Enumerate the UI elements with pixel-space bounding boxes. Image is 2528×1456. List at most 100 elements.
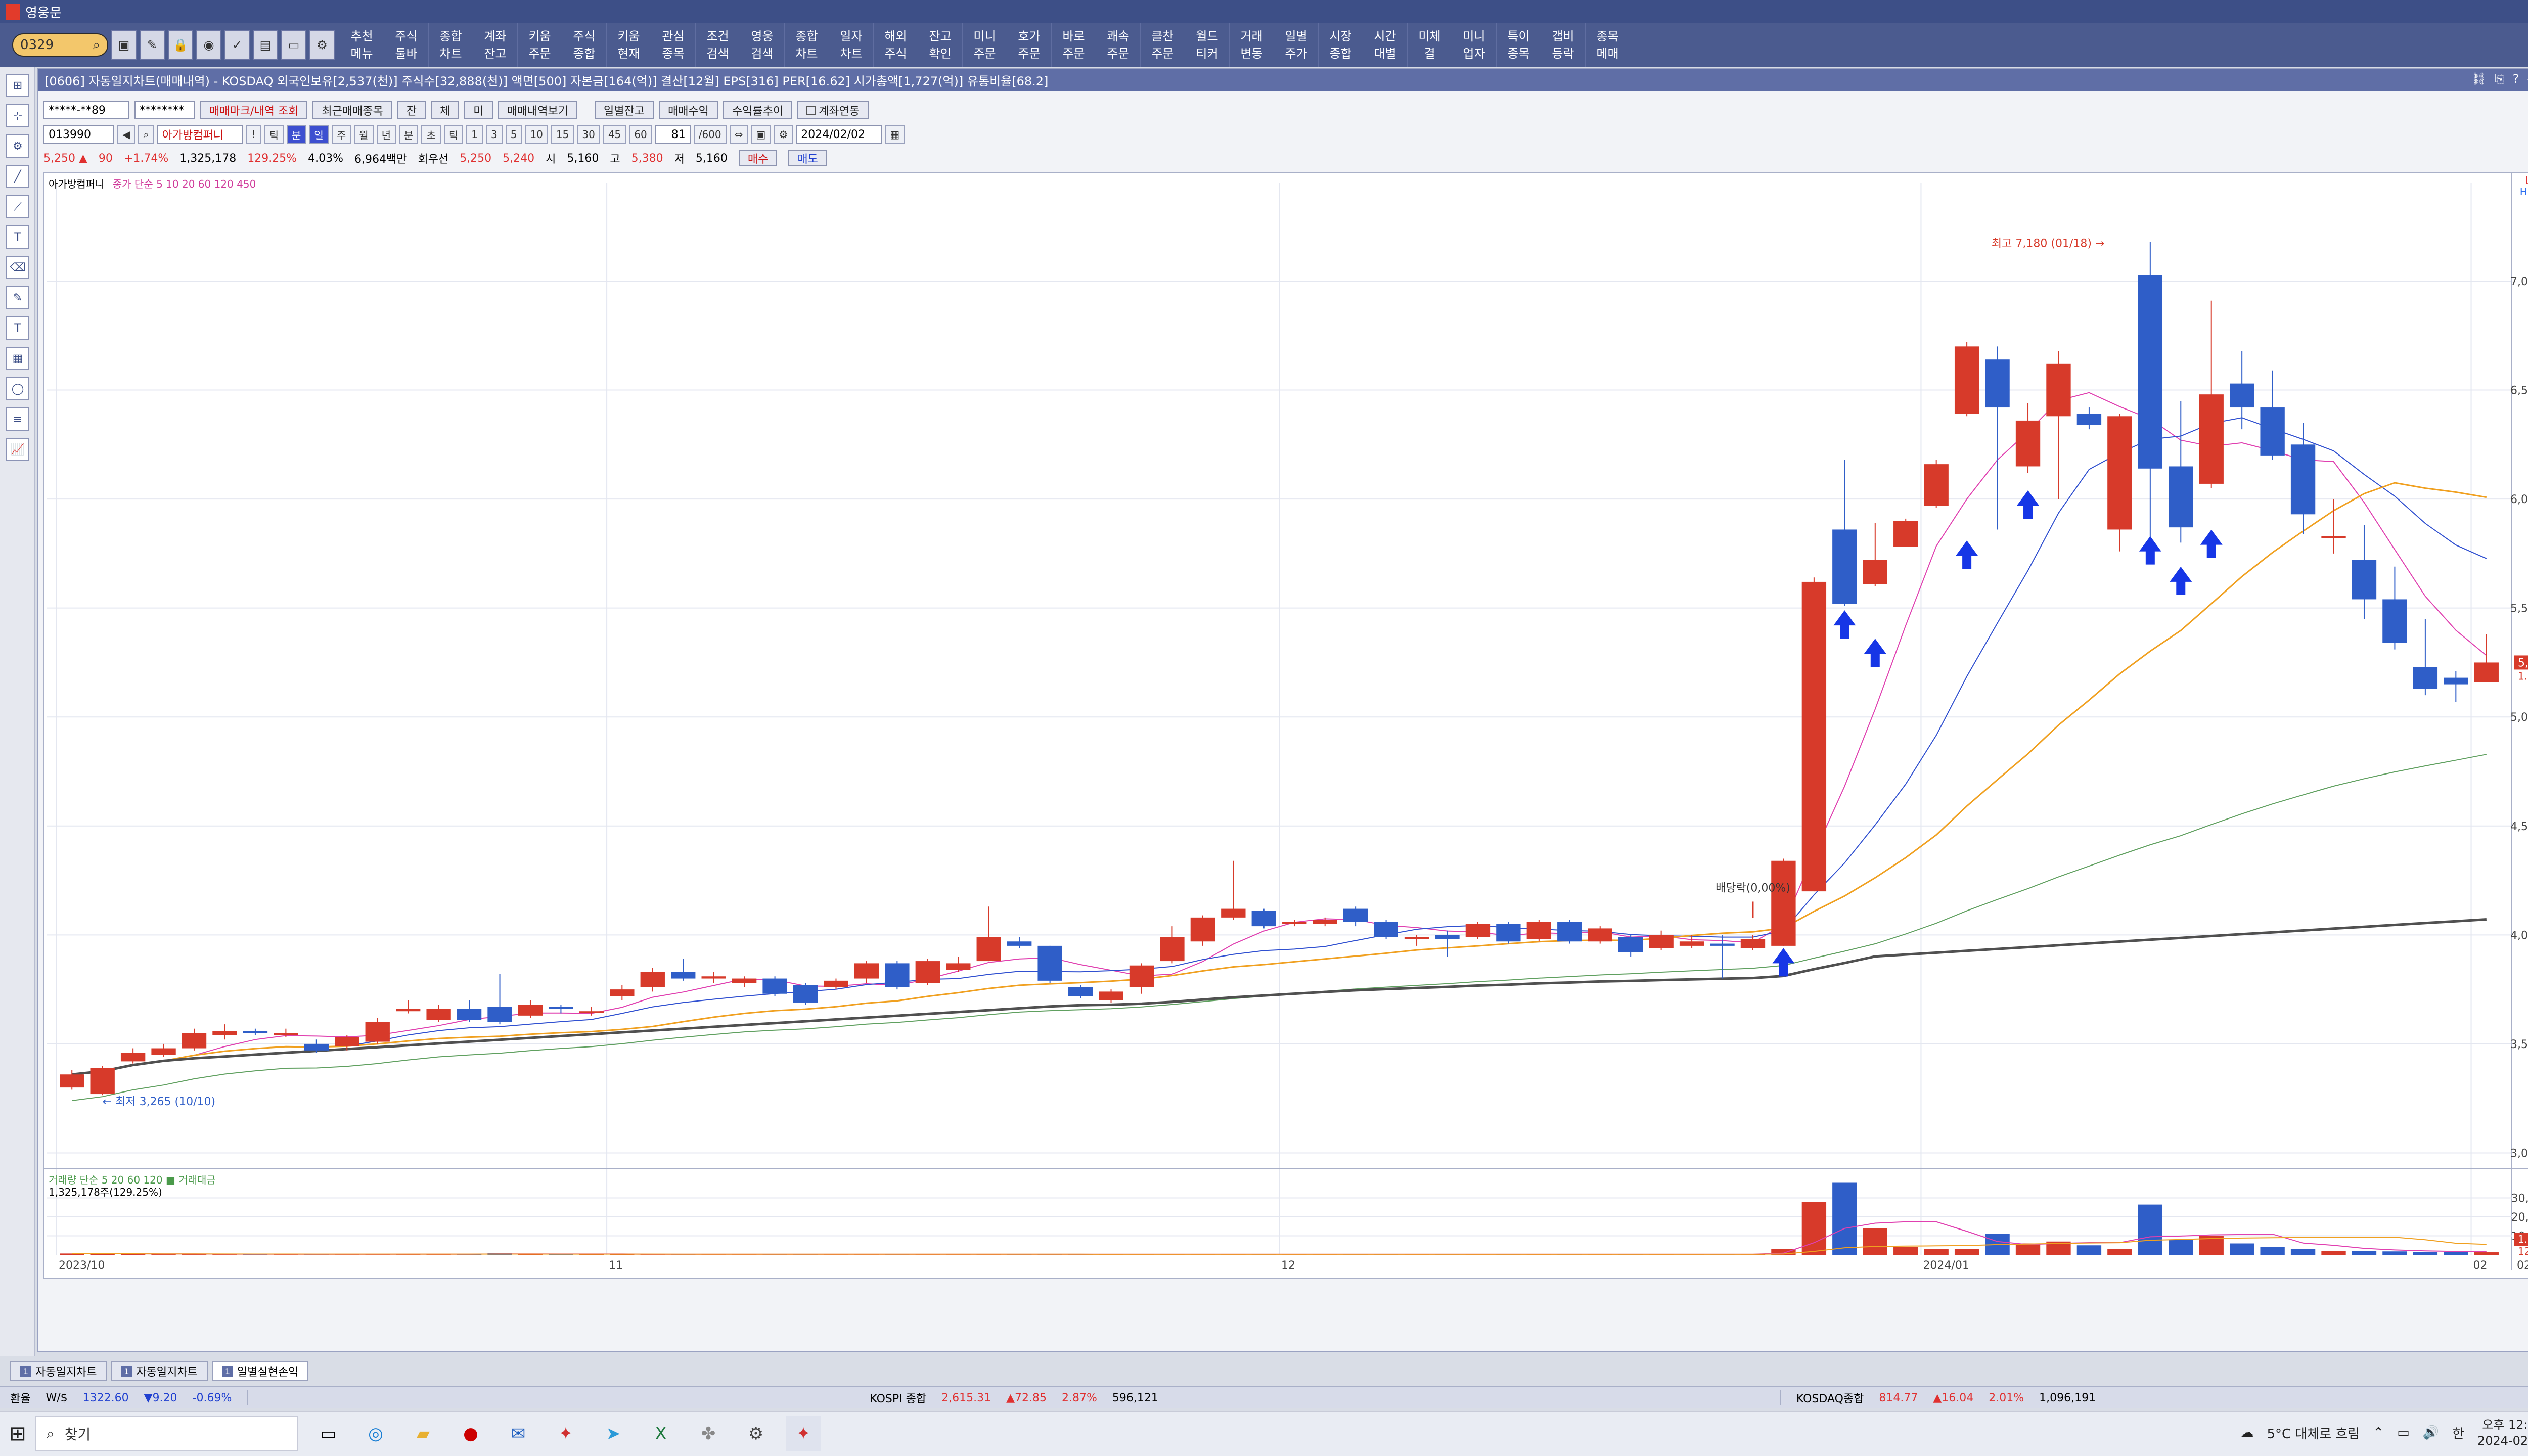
screen-code-input[interactable]: 0329 ⌕ xyxy=(12,33,108,57)
daily-balance-button[interactable]: 일별잔고 xyxy=(594,101,654,119)
tab-auto-chart-2[interactable]: 1 자동일지차트 xyxy=(111,1361,208,1381)
link-icon[interactable]: ⛓ xyxy=(2471,72,2487,86)
label-tool-icon[interactable]: T xyxy=(6,316,29,340)
trade-mark-query-button[interactable]: 매매마크/내역 조회 xyxy=(200,101,308,119)
app-icon[interactable]: ✤ xyxy=(691,1416,726,1451)
search-stock-icon[interactable]: ⌕ xyxy=(138,125,154,144)
record-icon[interactable]: ● xyxy=(453,1416,488,1451)
return-trend-button[interactable]: 수익률추이 xyxy=(723,101,793,119)
copy-icon[interactable]: ⎘ xyxy=(2495,72,2504,86)
toolbar-icon-4[interactable]: ◉ xyxy=(196,30,221,60)
period-day[interactable]: 일 xyxy=(309,125,329,144)
period-tick[interactable]: 틱 xyxy=(264,125,284,144)
trend-tool-icon[interactable]: ⟋ xyxy=(6,195,29,218)
line-tool-icon[interactable]: ╱ xyxy=(6,165,29,188)
excel-icon[interactable]: X xyxy=(643,1416,679,1451)
interval-3[interactable]: 3 xyxy=(485,125,503,144)
select-tool-icon[interactable]: ⊞ xyxy=(6,74,29,97)
menu-item-3[interactable]: 계좌 잔고 xyxy=(473,23,518,67)
account-link-checkbox[interactable]: 계좌연동 xyxy=(797,101,869,119)
menu-item-28[interactable]: 종목 메매 xyxy=(1586,23,1630,67)
windows-start-icon[interactable]: ⊞ xyxy=(0,1411,35,1456)
tab-auto-chart-1[interactable]: 1 자동일지차트 xyxy=(10,1361,107,1381)
password-field[interactable]: ******** xyxy=(134,101,195,119)
period-tick2[interactable]: 틱 xyxy=(443,125,464,144)
settings-icon[interactable]: ⚙ xyxy=(774,125,793,144)
interval-10[interactable]: 10 xyxy=(525,125,548,144)
volume-icon[interactable]: 🔊 xyxy=(2423,1425,2439,1440)
period-minute-selected[interactable]: 분 xyxy=(287,125,306,144)
calendar-icon[interactable]: ▦ xyxy=(885,125,905,144)
network-icon[interactable]: ▭ xyxy=(2397,1425,2410,1440)
menu-item-4[interactable]: 키움 주문 xyxy=(518,23,562,67)
recent-trades-button[interactable]: 최근매매종목 xyxy=(312,101,392,119)
toolbar-icon-5[interactable]: ✓ xyxy=(224,30,250,60)
menu-item-7[interactable]: 관심 종목 xyxy=(651,23,696,67)
menu-item-17[interactable]: 쾌속 주문 xyxy=(1096,23,1141,67)
interval-5[interactable]: 5 xyxy=(505,125,522,144)
settings-app-icon[interactable]: ⚙ xyxy=(738,1416,774,1451)
date-input[interactable]: 2024/02/02 xyxy=(796,125,882,144)
menu-item-15[interactable]: 호가 주문 xyxy=(1007,23,1052,67)
text-tool-icon[interactable]: T xyxy=(6,225,29,249)
menu-item-18[interactable]: 클찬 주문 xyxy=(1141,23,1185,67)
balance-button[interactable]: 잔 xyxy=(397,101,426,119)
menu-item-23[interactable]: 시간 대별 xyxy=(1363,23,1408,67)
menu-item-5[interactable]: 주식 종합 xyxy=(562,23,607,67)
mail-icon[interactable]: ✉ xyxy=(501,1416,536,1451)
search-icon[interactable]: ⌕ xyxy=(93,37,100,53)
menu-item-22[interactable]: 시장 종합 xyxy=(1319,23,1363,67)
period-min[interactable]: 분 xyxy=(399,125,419,144)
kiwoom-active-icon[interactable]: ✦ xyxy=(786,1416,821,1451)
menu-item-21[interactable]: 일별 주가 xyxy=(1274,23,1319,67)
menu-item-1[interactable]: 주식 툴바 xyxy=(384,23,429,67)
menu-item-14[interactable]: 미니 주문 xyxy=(963,23,1007,67)
sell-button[interactable]: 매도 xyxy=(788,150,827,166)
interval-15[interactable]: 15 xyxy=(551,125,574,144)
menu-item-0[interactable]: 추천 메뉴 xyxy=(340,23,384,67)
buy-button[interactable]: 매수 xyxy=(738,150,778,166)
circle-tool-icon[interactable]: ◯ xyxy=(6,377,29,400)
interval-60[interactable]: 60 xyxy=(629,125,652,144)
scale-icon[interactable]: ⇔ xyxy=(729,125,748,144)
menu-item-2[interactable]: 종합 차트 xyxy=(429,23,473,67)
period-month[interactable]: 월 xyxy=(354,125,374,144)
toolbar-icon-6[interactable]: ▤ xyxy=(253,30,278,60)
account-select[interactable]: *****-**89 xyxy=(43,101,129,119)
filled-button[interactable]: 체 xyxy=(431,101,460,119)
menu-item-27[interactable]: 갭비 등락 xyxy=(1541,23,1586,67)
telegram-icon[interactable]: ➤ xyxy=(596,1416,631,1451)
trade-history-button[interactable]: 매매내역보기 xyxy=(498,101,577,119)
period-sec[interactable]: 초 xyxy=(421,125,441,144)
menu-item-13[interactable]: 잔고 확인 xyxy=(918,23,963,67)
menu-item-20[interactable]: 거래 변동 xyxy=(1230,23,1274,67)
weather-icon[interactable]: ☁ xyxy=(2240,1425,2253,1440)
ime-label[interactable]: 한 xyxy=(2452,1424,2464,1442)
speaker-icon[interactable]: ◀ xyxy=(117,125,136,144)
edge-icon[interactable]: ◎ xyxy=(358,1416,393,1451)
taskbar-search[interactable]: ⌕ 찾기 xyxy=(35,1416,298,1451)
menu-item-26[interactable]: 특이 종목 xyxy=(1497,23,1541,67)
gear-icon[interactable]: ⚙ xyxy=(309,30,335,60)
box-tool-icon[interactable]: ▦ xyxy=(6,347,29,370)
menu-item-10[interactable]: 종합 차트 xyxy=(785,23,829,67)
interval-45[interactable]: 45 xyxy=(603,125,626,144)
candlestick-chart[interactable]: 7,000 6,500 6,000 5,500 5,000 4,500 4,000 3,500… xyxy=(44,173,2528,1278)
chart-tool-icon[interactable]: 📈 xyxy=(6,438,29,461)
period-week[interactable]: 주 xyxy=(331,125,351,144)
task-view-icon[interactable]: ▭ xyxy=(310,1416,346,1451)
folder-icon[interactable]: ▰ xyxy=(405,1416,441,1451)
save-icon[interactable]: ▣ xyxy=(751,125,771,144)
bar-count-input[interactable]: 81 xyxy=(655,125,691,144)
toolbar-icon-1[interactable]: ▣ xyxy=(111,30,137,60)
chart-area[interactable]: 7,000 6,500 6,000 5,500 5,000 4,500 4,000 3,500… xyxy=(43,172,2528,1279)
menu-item-9[interactable]: 영웅 검색 xyxy=(740,23,785,67)
chevron-up-icon[interactable]: ⌃ xyxy=(2373,1425,2384,1440)
period-year[interactable]: 년 xyxy=(376,125,396,144)
trade-profit-button[interactable]: 매매수익 xyxy=(658,101,718,119)
interval-1[interactable]: 1 xyxy=(466,125,483,144)
menu-item-6[interactable]: 키움 현재 xyxy=(607,23,651,67)
interval-30[interactable]: 30 xyxy=(577,125,600,144)
menu-item-12[interactable]: 해외 주식 xyxy=(874,23,918,67)
menu-item-11[interactable]: 일자 차트 xyxy=(829,23,874,67)
